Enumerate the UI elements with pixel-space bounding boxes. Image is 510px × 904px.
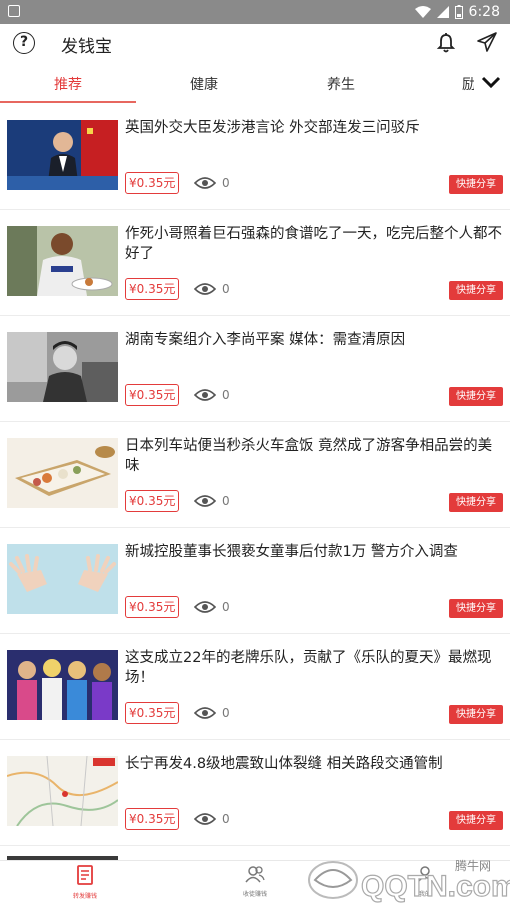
list-item[interactable]: 英国外交大臣发涉港言论 外交部连发三问驳斥 ¥0.35元 0 快捷分享 [0,104,510,210]
article-title[interactable]: 英国外交大臣发涉港言论 外交部连发三问驳斥 [125,118,503,138]
view-count: 0 [222,600,230,614]
site-watermark: 腾牛网 QQTN.com [308,858,510,904]
article-title[interactable]: 日本列车站便当秒杀火车盒饭 竟然成了游客争相品尝的美味 [125,436,503,476]
eye-icon [194,601,216,613]
article-title[interactable]: 作死小哥照着巨石强森的食谱吃了一天，吃完后整个人都不好了 [125,224,503,264]
map-photo [7,756,118,826]
list-item[interactable]: 作死小哥照着巨石强森的食谱吃了一天，吃完后整个人都不好了 ¥0.35元 0 快捷… [0,210,510,316]
wifi-icon [414,5,431,18]
chevron-down-icon[interactable] [480,74,502,90]
list-item[interactable]: 这支成立22年的老牌乐队，贡献了《乐队的夏天》最燃现场！ ¥0.35元 0 快捷… [0,634,510,740]
tab-recommend[interactable]: 推荐 [54,74,82,94]
eye-icon [194,177,216,189]
reward-badge: ¥0.35元 [125,808,180,830]
reward-badge: ¥0.35元 [125,384,180,406]
article-list: 英国外交大臣发涉港言论 外交部连发三问驳斥 ¥0.35元 0 快捷分享 作死小哥… [0,104,510,860]
category-tabs: 推荐 健康 养生 励 [0,64,510,104]
view-count: 0 [222,388,230,402]
quick-share-button[interactable]: 快捷分享 [449,281,503,300]
reward-badge: ¥0.35元 [125,278,180,300]
quick-share-button[interactable]: 快捷分享 [449,705,503,724]
list-item[interactable]: 长宁再发4.8级地震致山体裂缝 相关路段交通管制 ¥0.35元 0 快捷分享 [0,740,510,846]
reward-badge: ¥0.35元 [125,172,180,194]
quick-share-button[interactable]: 快捷分享 [449,599,503,618]
article-title[interactable]: 长宁再发4.8级地震致山体裂缝 相关路段交通管制 [125,754,503,774]
portrait-photo [7,332,118,402]
notification-icon [8,5,20,17]
users-icon [245,866,265,883]
status-bar: 6:28 [0,0,510,24]
view-count: 0 [222,812,230,826]
list-item[interactable]: 新城控股董事长猥亵女童事后付款1万 警方介入调查 ¥0.35元 0 快捷分享 [0,528,510,634]
tab-health[interactable]: 健康 [190,74,218,94]
nav-recruit-earn[interactable]: 收徒赚钱 [225,865,285,898]
eye-icon [194,389,216,401]
bell-icon[interactable] [436,32,456,54]
quick-share-button[interactable]: 快捷分享 [449,175,503,194]
reward-badge: ¥0.35元 [125,490,180,512]
battery-icon [454,5,463,19]
view-count: 0 [222,282,230,296]
reward-badge: ¥0.35元 [125,596,180,618]
view-count: 0 [222,706,230,720]
press-conference-photo [7,120,118,190]
article-title[interactable]: 这支成立22年的老牌乐队，贡献了《乐队的夏天》最燃现场！ [125,648,503,688]
article-title[interactable]: 新城控股董事长猥亵女童事后付款1万 警方介入调查 [125,542,503,562]
list-item[interactable]: 湖南专案组介入李尚平案 媒体：需查清原因 ¥0.35元 0 快捷分享 [0,316,510,422]
eye-icon [194,283,216,295]
article-title[interactable]: 湖南专案组介入李尚平案 媒体：需查清原因 [125,330,503,350]
watermark-site: QQTN.com [361,870,510,903]
view-count: 0 [222,176,230,190]
nav-share-earn[interactable]: 转发赚钱 [55,865,115,900]
send-icon[interactable] [476,31,498,53]
bento-photo [7,438,118,508]
nav-label: 转发赚钱 [72,893,97,900]
tab-indicator [0,101,136,103]
app-bar: ? 发钱宝 [0,24,510,64]
tab-wellness[interactable]: 养生 [327,74,355,94]
document-icon [77,865,93,885]
man-eating-photo [7,226,118,296]
tab-inspiration[interactable]: 励 [462,74,474,94]
nav-label: 收徒赚钱 [242,891,267,898]
eye-icon [194,495,216,507]
view-count: 0 [222,494,230,508]
quick-share-button[interactable]: 快捷分享 [449,811,503,830]
quick-share-button[interactable]: 快捷分享 [449,387,503,406]
eye-icon [194,707,216,719]
reward-badge: ¥0.35元 [125,702,180,724]
eye-icon [194,813,216,825]
list-item[interactable]: 日本列车站便当秒杀火车盒饭 竟然成了游客争相品尝的美味 ¥0.35元 0 快捷分… [0,422,510,528]
help-icon[interactable]: ? [13,32,35,54]
hands-photo [7,544,118,614]
status-indicators: 6:28 [414,3,500,21]
quick-share-button[interactable]: 快捷分享 [449,493,503,512]
signal-icon [436,6,449,18]
band-photo [7,650,118,720]
page-title: 发钱宝 [61,37,112,57]
status-time: 6:28 [468,4,500,20]
